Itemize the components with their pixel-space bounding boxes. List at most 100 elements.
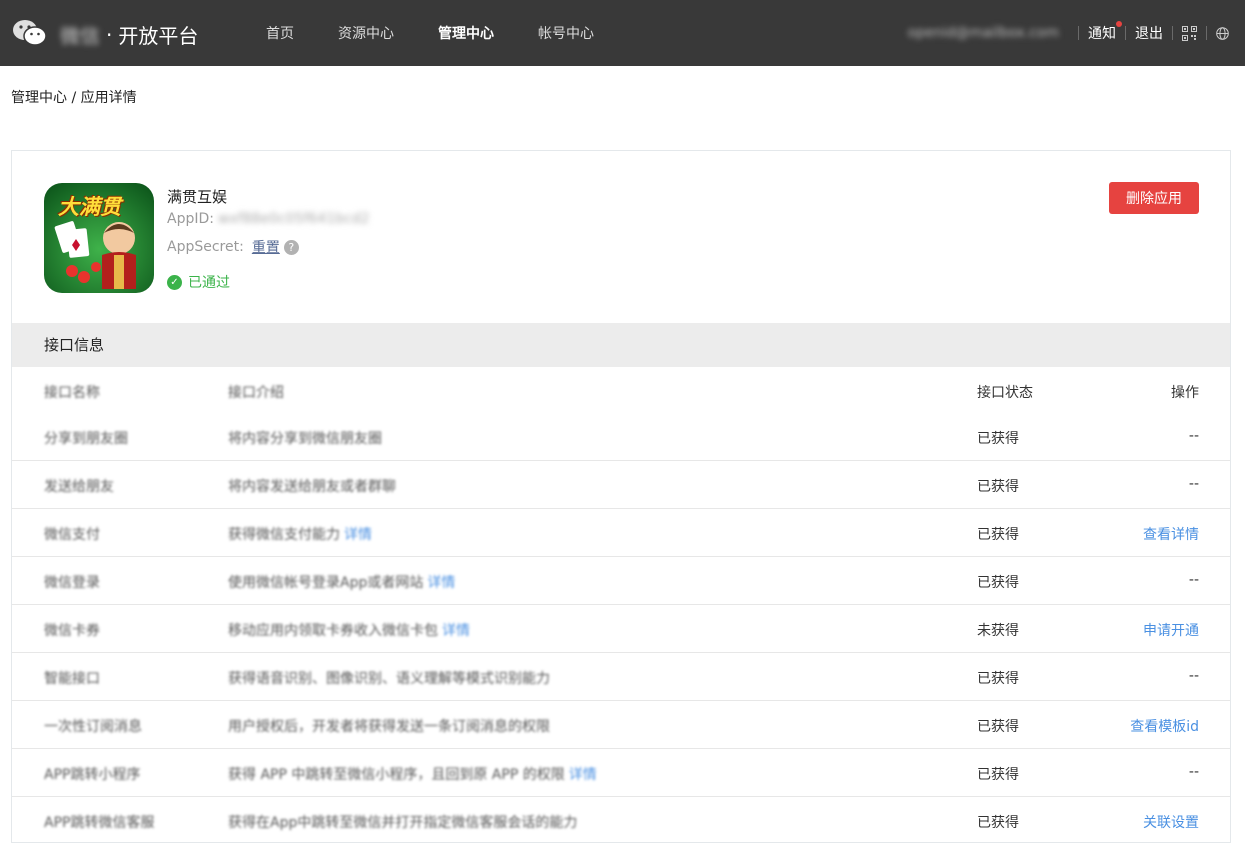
interface-action[interactable]: 查看模板id xyxy=(1130,716,1199,736)
table-row: APP跳转微信客服 获得在App中跳转至微信并打开指定微信客服会话的能力 已获得 关联… xyxy=(12,797,1230,842)
interface-action: -- xyxy=(1188,668,1199,684)
interface-action[interactable]: 查看详情 xyxy=(1143,524,1199,544)
interface-status: 已获得 xyxy=(977,575,1019,591)
interface-desc: 使用微信帐号登录App或者网站 详情 xyxy=(228,572,455,592)
interface-name: APP跳转小程序 xyxy=(44,767,141,783)
col-header-status: 接口状态 xyxy=(977,385,1033,401)
interface-action: -- xyxy=(1188,476,1199,492)
logout-link[interactable]: 退出 xyxy=(1135,23,1163,43)
col-header-action: 操作 xyxy=(1171,385,1199,401)
interface-action[interactable]: 申请开通 xyxy=(1143,620,1199,640)
help-icon[interactable]: ? xyxy=(283,239,299,255)
interface-status: 已获得 xyxy=(977,815,1019,831)
interface-desc: 移动应用内领取卡券收入微信卡包 详情 xyxy=(228,620,470,640)
interface-desc-text: 使用微信帐号登录App或者网站 xyxy=(228,575,424,591)
nav-resource-center[interactable]: 资源中心 xyxy=(338,23,394,43)
app-secret: AppSecret: 重置 ? xyxy=(167,237,299,257)
nav-home[interactable]: 首页 xyxy=(266,23,294,43)
qrcode-icon[interactable] xyxy=(1182,25,1197,41)
reset-secret-link[interactable]: 重置 xyxy=(252,237,280,257)
interface-status: 已获得 xyxy=(977,767,1019,783)
interface-name: 微信卡券 xyxy=(44,623,100,639)
interface-desc-text: 用户授权后，开发者将获得发送一条订阅消息的权限 xyxy=(228,719,550,735)
brand-dot: · xyxy=(106,22,113,47)
interface-desc: 将内容发送给朋友或者群聊 xyxy=(228,476,396,496)
divider xyxy=(1078,26,1079,40)
col-header-name: 接口名称 xyxy=(44,385,100,401)
breadcrumb: 管理中心 / 应用详情 xyxy=(11,90,137,106)
interface-name: 分享到朋友圈 xyxy=(44,431,128,447)
globe-icon[interactable] xyxy=(1216,26,1229,40)
appid-value: wxf88e0c05f641bcd2 xyxy=(217,211,370,227)
top-navigation-bar: 微信 · 开放平台 首页 资源中心 管理中心 帐号中心 openid@mailb… xyxy=(0,0,1245,66)
interface-desc: 将内容分享到微信朋友圈 xyxy=(228,428,382,448)
brand-blurred-text: 微信 xyxy=(60,24,100,48)
delete-app-button[interactable]: 删除应用 xyxy=(1109,182,1199,214)
app-name: 满贯互娱 xyxy=(167,188,228,206)
table-row: 一次性订阅消息 用户授权后，开发者将获得发送一条订阅消息的权限 已获得 查看模板id xyxy=(12,701,1230,749)
detail-link[interactable]: 详情 xyxy=(442,623,470,639)
col-header-desc: 接口介绍 xyxy=(228,385,284,401)
interface-name: 智能接口 xyxy=(44,671,100,687)
interface-action: -- xyxy=(1188,572,1199,588)
user-tools: openid@mailbox.com 通知 退出 xyxy=(908,0,1229,66)
app-detail-card: 大满贯 满贯互娱 AppID: wxf88e0c05f641bcd2 AppSec… xyxy=(11,150,1231,843)
review-status-label: 已通过 xyxy=(188,275,230,291)
divider xyxy=(1172,26,1173,40)
nav-management-center[interactable]: 管理中心 xyxy=(438,23,494,43)
app-icon: 大满贯 xyxy=(44,183,154,293)
user-email: openid@mailbox.com xyxy=(907,25,1059,41)
interface-action: -- xyxy=(1188,428,1199,444)
table-header-row: 接口名称 接口介绍 接口状态 操作 xyxy=(12,367,1230,413)
detail-link[interactable]: 详情 xyxy=(569,767,597,783)
app-icon-text: 大满贯 xyxy=(58,195,121,219)
interface-name: 微信登录 xyxy=(44,575,100,591)
interface-action: -- xyxy=(1188,764,1199,780)
notice-label: 通知 xyxy=(1088,26,1116,42)
table-row: 微信支付 获得微信支付能力 详情 已获得 查看详情 xyxy=(12,509,1230,557)
interface-name: APP跳转微信客服 xyxy=(44,815,155,831)
interface-desc: 获得 APP 中跳转至微信小程序，且回到原 APP 的权限 详情 xyxy=(228,764,597,784)
interface-status: 已获得 xyxy=(977,527,1019,543)
notice-badge-dot xyxy=(1116,21,1122,27)
interface-name: 发送给朋友 xyxy=(44,479,114,495)
interface-desc: 获得语音识别、图像识别、语义理解等模式识别能力 xyxy=(228,668,550,688)
check-circle-icon: ✓ xyxy=(167,274,182,290)
section-title: 接口信息 xyxy=(12,323,1230,367)
table-row: 微信卡券 移动应用内领取卡券收入微信卡包 详情 未获得 申请开通 xyxy=(12,605,1230,653)
nav-account-center[interactable]: 帐号中心 xyxy=(538,23,594,43)
table-row: 微信登录 使用微信帐号登录App或者网站 详情 已获得 -- xyxy=(12,557,1230,605)
interface-desc: 用户授权后，开发者将获得发送一条订阅消息的权限 xyxy=(228,716,550,736)
table-row: APP跳转小程序 获得 APP 中跳转至微信小程序，且回到原 APP 的权限 详情 已… xyxy=(12,749,1230,797)
interface-desc: 获得微信支付能力 详情 xyxy=(228,524,372,544)
interface-action[interactable]: 关联设置 xyxy=(1143,812,1199,832)
detail-link[interactable]: 详情 xyxy=(427,575,455,591)
interface-desc-text: 获得 APP 中跳转至微信小程序，且回到原 APP 的权限 xyxy=(228,767,565,783)
table-row: 智能接口 获得语音识别、图像识别、语义理解等模式识别能力 已获得 -- xyxy=(12,653,1230,701)
appid-label: AppID: xyxy=(167,211,214,227)
interface-desc-text: 将内容分享到微信朋友圈 xyxy=(228,431,382,447)
interface-desc-text: 获得在App中跳转至微信并打开指定微信客服会话的能力 xyxy=(228,815,578,831)
divider xyxy=(1125,26,1126,40)
table-row: 分享到朋友圈 将内容分享到微信朋友圈 已获得 -- xyxy=(12,413,1230,461)
notice-link[interactable]: 通知 xyxy=(1088,21,1122,43)
interface-status: 已获得 xyxy=(977,479,1019,495)
review-status: ✓ 已通过 xyxy=(167,272,230,292)
brand-title[interactable]: 微信 · 开放平台 xyxy=(60,20,198,49)
table-row: 发送给朋友 将内容发送给朋友或者群聊 已获得 -- xyxy=(12,461,1230,509)
main-nav: 首页 资源中心 管理中心 帐号中心 xyxy=(266,0,638,66)
interface-desc-text: 获得语音识别、图像识别、语义理解等模式识别能力 xyxy=(228,671,550,687)
interface-status: 未获得 xyxy=(977,623,1019,639)
interface-desc-text: 获得微信支付能力 xyxy=(228,527,340,543)
divider xyxy=(1206,26,1207,40)
app-id: AppID: wxf88e0c05f641bcd2 xyxy=(167,211,370,227)
appsecret-label: AppSecret: xyxy=(167,239,244,255)
interface-desc-text: 移动应用内领取卡券收入微信卡包 xyxy=(228,623,438,639)
interface-status: 已获得 xyxy=(977,431,1019,447)
interface-name: 微信支付 xyxy=(44,527,100,543)
interface-desc: 获得在App中跳转至微信并打开指定微信客服会话的能力 xyxy=(228,812,577,832)
detail-link[interactable]: 详情 xyxy=(344,527,372,543)
interface-status: 已获得 xyxy=(977,719,1019,735)
interface-name: 一次性订阅消息 xyxy=(44,719,142,735)
wechat-logo-icon[interactable] xyxy=(12,18,48,48)
